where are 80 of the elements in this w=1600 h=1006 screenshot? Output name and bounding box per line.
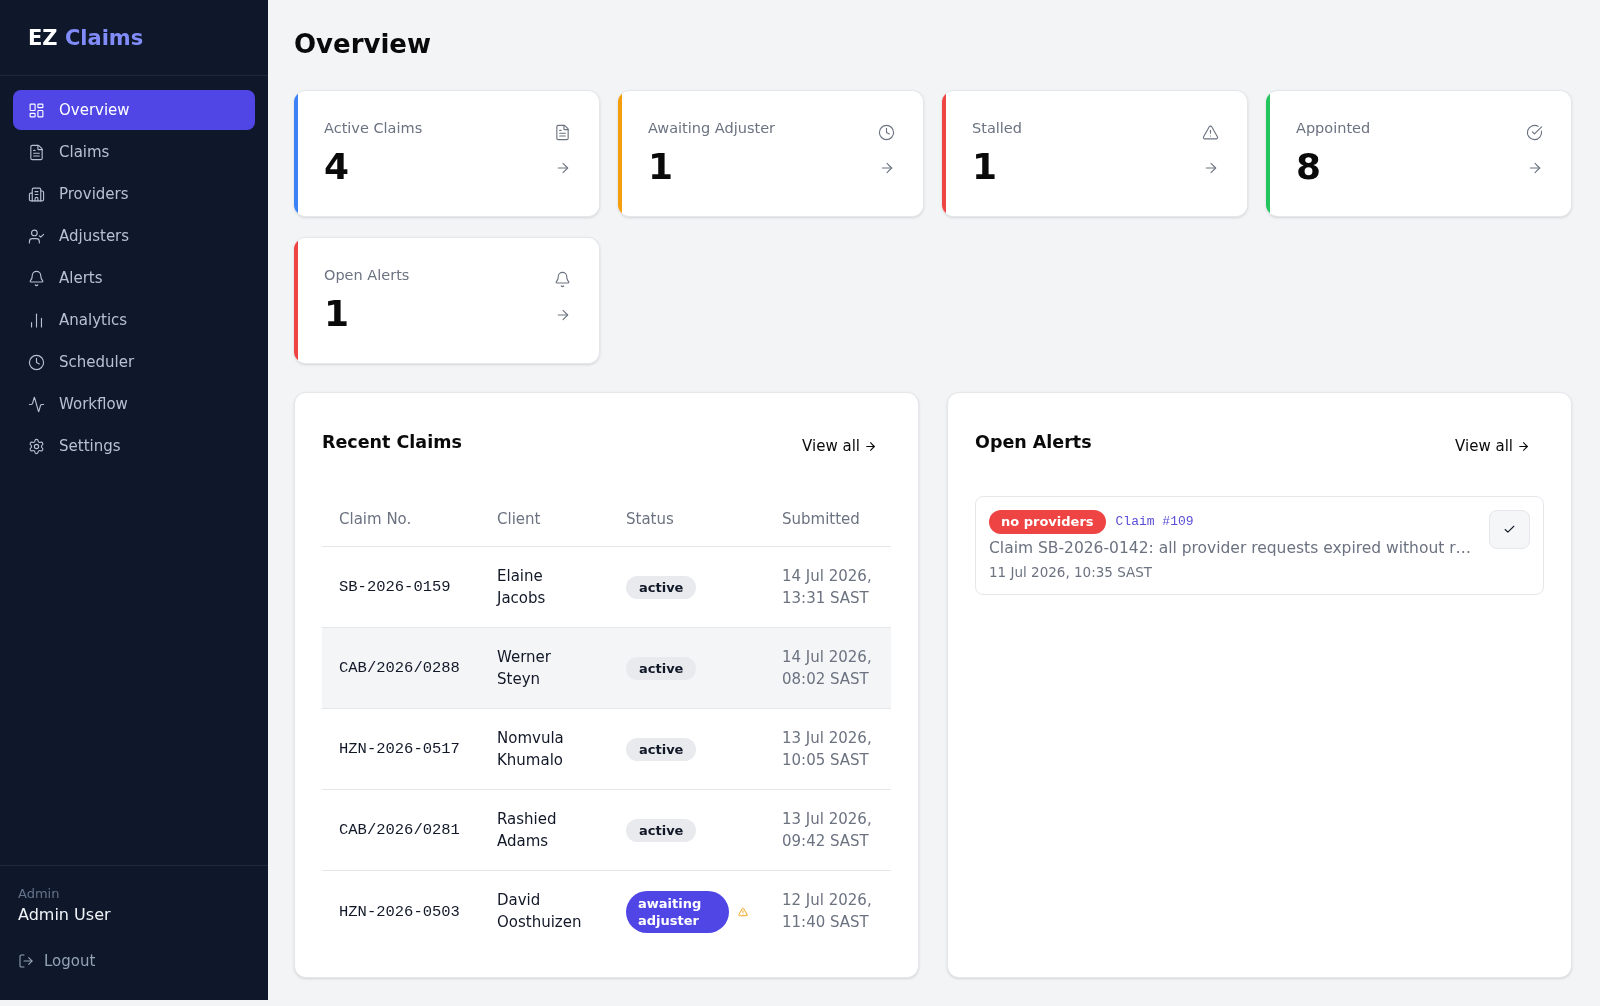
pulse-icon <box>28 395 45 413</box>
stat-card[interactable]: Open Alerts 1 <box>294 237 600 364</box>
check-icon <box>1503 523 1516 536</box>
claim-number: SB-2026-0159 <box>339 578 451 597</box>
submitted-date: 14 Jul 2026, 13:31 SAST <box>782 565 873 609</box>
column-header: Status <box>626 509 674 528</box>
settings-icon <box>28 437 45 455</box>
building-icon <box>28 185 45 203</box>
nav-item[interactable]: Overview <box>13 90 255 130</box>
client-name: Nomvula Khumalo <box>497 727 565 771</box>
stat-value: 1 <box>648 147 674 187</box>
client-name: Werner Steyn <box>497 646 552 690</box>
bell-icon <box>554 271 571 288</box>
logout-icon <box>18 953 34 969</box>
user-name: Admin User <box>18 904 111 926</box>
nav-item[interactable]: Settings <box>13 426 255 466</box>
nav-item[interactable]: Adjusters <box>13 216 255 256</box>
stat-label: Stalled <box>972 119 1022 138</box>
claim-number: CAB/2026/0288 <box>339 659 460 678</box>
claim-number: CAB/2026/0281 <box>339 821 460 840</box>
stat-label: Awaiting Adjuster <box>648 119 776 138</box>
clock-icon <box>28 353 45 371</box>
status-pill: active <box>626 818 697 842</box>
document-icon <box>554 124 571 141</box>
clock-icon <box>878 124 895 141</box>
user-role: Admin <box>18 885 60 903</box>
nav-item[interactable]: Claims <box>13 132 255 172</box>
column-header: Client <box>497 509 541 528</box>
page-title: Overview <box>294 28 432 60</box>
panel-title: Open Alerts <box>975 431 1092 454</box>
view-all-link[interactable]: View all <box>1455 436 1530 456</box>
alert-message: Claim SB-2026-0142: all provider requests expired without r… <box>989 538 1472 559</box>
client-name: David Oosthuizen <box>497 890 583 933</box>
app-logo: EZ Claims <box>28 24 144 52</box>
document-icon <box>28 143 45 161</box>
status-pill: awaiting adjuster <box>626 890 729 933</box>
warning-icon <box>1202 124 1219 141</box>
client-name: Elaine Jacobs <box>497 565 547 609</box>
stat-value: 4 <box>324 147 350 187</box>
stat-card[interactable]: Appointed 8 <box>1266 90 1572 217</box>
arrow-right-icon <box>864 439 877 453</box>
claim-number: HZN-2026-0517 <box>339 740 460 759</box>
claim-number: HZN-2026-0503 <box>339 902 460 921</box>
submitted-date: 14 Jul 2026, 08:02 SAST <box>782 646 873 690</box>
dashboard-grid-icon <box>28 101 45 119</box>
confirm-button[interactable] <box>1489 510 1530 549</box>
nav-item[interactable]: Providers <box>13 174 255 214</box>
bell-icon <box>28 269 45 287</box>
stat-value: 8 <box>1296 147 1322 187</box>
status-pill: active <box>626 656 697 680</box>
alert-tag: no providers <box>989 510 1106 534</box>
stat-value: 1 <box>324 294 350 334</box>
stat-card[interactable]: Stalled 1 <box>942 90 1248 217</box>
arrow-right-icon <box>1517 439 1530 453</box>
stat-value: 1 <box>972 147 998 187</box>
claim-link[interactable]: Claim #109 <box>1115 512 1194 532</box>
stat-card[interactable]: Awaiting Adjuster 1 <box>618 90 924 217</box>
nav-item[interactable]: Alerts <box>13 258 255 298</box>
column-header: Submitted <box>782 509 860 528</box>
bar-chart-icon <box>28 311 45 329</box>
status-pill: active <box>626 737 697 761</box>
logout-button[interactable]: Logout <box>18 943 96 979</box>
nav-item[interactable]: Scheduler <box>13 342 255 382</box>
submitted-date: 12 Jul 2026, 11:40 SAST <box>782 890 873 933</box>
user-check-icon <box>28 227 45 245</box>
column-header: Claim No. <box>339 509 412 528</box>
panel-title: Recent Claims <box>322 431 462 454</box>
submitted-date: 13 Jul 2026, 10:05 SAST <box>782 727 873 771</box>
nav-item[interactable]: Workflow <box>13 384 255 424</box>
stat-label: Open Alerts <box>324 266 410 285</box>
submitted-date: 13 Jul 2026, 09:42 SAST <box>782 808 873 852</box>
stat-label: Appointed <box>1296 119 1371 138</box>
alert-date: 11 Jul 2026, 10:35 SAST <box>989 563 1153 581</box>
view-all-link[interactable]: View all <box>802 436 877 456</box>
stat-label: Active Claims <box>324 119 423 138</box>
client-name: Rashied Adams <box>497 808 558 852</box>
check-circle-icon <box>1526 124 1543 141</box>
status-pill: active <box>626 575 697 599</box>
stat-card[interactable]: Active Claims 4 <box>294 90 600 217</box>
nav-item[interactable]: Analytics <box>13 300 255 340</box>
